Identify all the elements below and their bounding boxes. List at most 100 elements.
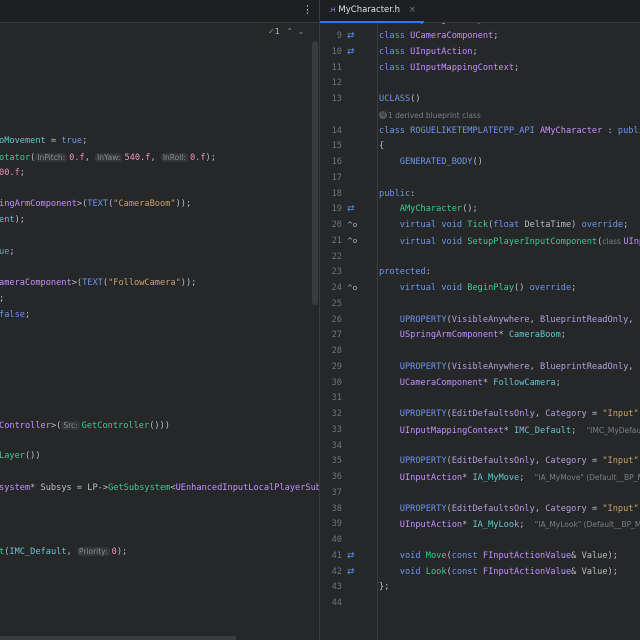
line-number: 18 — [331, 188, 342, 199]
line-number: 34 — [331, 440, 342, 451]
code-line: GENERATED_BODY() — [379, 155, 483, 171]
code-line: UPROPERTY(VisibleAnywhere, BlueprintRead… — [379, 360, 634, 376]
line-number: 21 — [331, 235, 342, 246]
code-token: UCameraComponent — [410, 31, 494, 41]
code-token: , — [529, 361, 540, 372]
navigate-declaration-icon[interactable]: ⇄ — [347, 565, 359, 581]
code-token: & — [571, 550, 582, 561]
code-token: ; — [555, 377, 561, 388]
chevron-down-icon[interactable]: ⌄ — [298, 27, 305, 36]
code-token: UPROPERTY — [399, 361, 447, 372]
line-number: 35 — [331, 456, 342, 467]
line-number: 43 — [331, 582, 342, 593]
line-number: 11 — [331, 62, 342, 73]
code-token: FInputActionValue — [482, 550, 572, 561]
right-tab-bar: .H MyCharacter.h × — [320, 0, 640, 23]
code-line: UInputMappingContext* IMC_Default; "IMC_… — [379, 423, 640, 439]
right-editor-pane: .HMyCharacter.h × 8⇄class USpringArmComp… — [320, 0, 640, 640]
code-token: system — [0, 482, 31, 493]
code-token: ameraComponent — [0, 278, 72, 288]
code-token: true — [61, 136, 83, 147]
code-line: virtual void Tick(float DeltaTime) overr… — [379, 218, 629, 234]
code-token: ent — [0, 215, 15, 225]
code-token: ; — [571, 283, 577, 293]
inlay-hint: "IA_MyLook" (Default__BP_MyCharacter_C) — [534, 520, 640, 530]
code-line: { — [379, 139, 384, 155]
code-token: : — [410, 188, 416, 199]
navigate-declaration-icon[interactable]: ⇄ — [347, 549, 359, 565]
close-icon[interactable]: × — [409, 5, 416, 15]
code-token: ; — [519, 473, 535, 483]
chevron-up-icon[interactable]: ⌃ — [286, 27, 293, 36]
code-line: class UInputAction; — [379, 45, 478, 61]
code-token: DeltaTime — [524, 220, 572, 230]
code-token: USpringArmComponent — [410, 23, 509, 25]
code-token: IA_MyLook — [472, 520, 520, 531]
code-line: public: — [379, 187, 415, 203]
left-code-editor[interactable]: ✓1 ⌃ ⌄ oMovement = true; otator(InPitch: 0… — [0, 23, 319, 640]
code-token: BlueprintReadOnly — [540, 314, 629, 325]
code-token: override — [581, 220, 624, 230]
code-line: UInputAction* IA_MyLook; "IA_MyLook" (De… — [379, 517, 640, 533]
code-token: AMyCharacter — [539, 125, 603, 136]
code-token: ); — [607, 566, 618, 577]
code-token: ; — [9, 246, 15, 257]
navigate-declaration-icon[interactable]: ⇄ — [347, 202, 359, 218]
code-token: class — [379, 62, 411, 73]
parameter-hint: Src: — [61, 420, 80, 430]
code-token: virtual void — [399, 283, 468, 293]
code-line: Controller>(Src: GetController())) — [0, 418, 170, 434]
right-code-editor[interactable]: 8⇄class USpringArmComponent;9⇄class UCam… — [320, 23, 640, 640]
code-token: ())) — [149, 420, 170, 431]
code-token: otator — [0, 153, 31, 163]
horizontal-scrollbar[interactable] — [0, 636, 236, 640]
code-token: class — [379, 31, 411, 41]
line-number: 28 — [331, 346, 342, 356]
code-token: IMC_Default — [9, 546, 67, 557]
tab-mycharacter-h[interactable]: .H MyCharacter.h × — [320, 0, 424, 23]
code-line: ameraComponent>(TEXT("FollowCamera")); — [0, 276, 196, 292]
code-token: UPROPERTY — [399, 503, 447, 514]
code-token: = — [45, 136, 62, 147]
code-line: class UInputMappingContext; — [379, 61, 519, 77]
code-token: virtual void — [399, 220, 468, 230]
code-token: "CameraBoom" — [113, 199, 176, 210]
line-number: 30 — [331, 377, 342, 388]
override-gutter-icon[interactable]: ^o — [347, 281, 359, 297]
code-token: ; — [560, 330, 566, 341]
code-token: virtual void — [399, 236, 468, 247]
code-token: Subsys — [40, 482, 72, 493]
code-token: oMovement — [0, 136, 46, 147]
navigate-declaration-icon[interactable]: ⇄ — [347, 45, 359, 61]
code-line: UPROPERTY(EditDefaultsOnly, Category = "… — [379, 502, 639, 518]
code-token: >( — [50, 420, 62, 431]
code-token: public — [379, 188, 411, 199]
derived-blueprint-hint[interactable]: 1 derived blueprint class — [388, 111, 481, 120]
code-token: 0.f — [69, 153, 85, 163]
tab-title: MyCharacter.h — [338, 5, 401, 15]
override-gutter-icon[interactable]: ^o — [347, 218, 359, 234]
code-token: UInputComponent — [623, 236, 640, 247]
vertical-scrollbar[interactable] — [312, 41, 318, 305]
line-number: 27 — [331, 330, 342, 341]
kebab-menu-icon[interactable]: ⋮ — [302, 3, 313, 16]
code-token: const — [451, 566, 483, 577]
code-line: UPROPERTY(VisibleAnywhere, BlueprintRead… — [379, 313, 634, 329]
code-token: , — [534, 409, 546, 419]
override-gutter-icon[interactable]: ^o — [347, 234, 359, 250]
code-token: Layer — [0, 451, 25, 462]
code-line: UPROPERTY(EditDefaultsOnly, Category = "… — [379, 454, 639, 470]
inspection-widget[interactable]: ✓1 ⌃ ⌄ — [268, 23, 314, 40]
code-vision-hint[interactable]: U1 derived blueprint class — [379, 108, 481, 124]
code-token: Value — [581, 566, 608, 577]
navigate-declaration-icon[interactable]: ⇄ — [347, 29, 359, 45]
code-token: , — [150, 153, 161, 163]
code-line: virtual void BeginPlay() override; — [379, 281, 577, 297]
code-token: Tick — [467, 220, 489, 230]
code-token: * — [498, 330, 509, 341]
